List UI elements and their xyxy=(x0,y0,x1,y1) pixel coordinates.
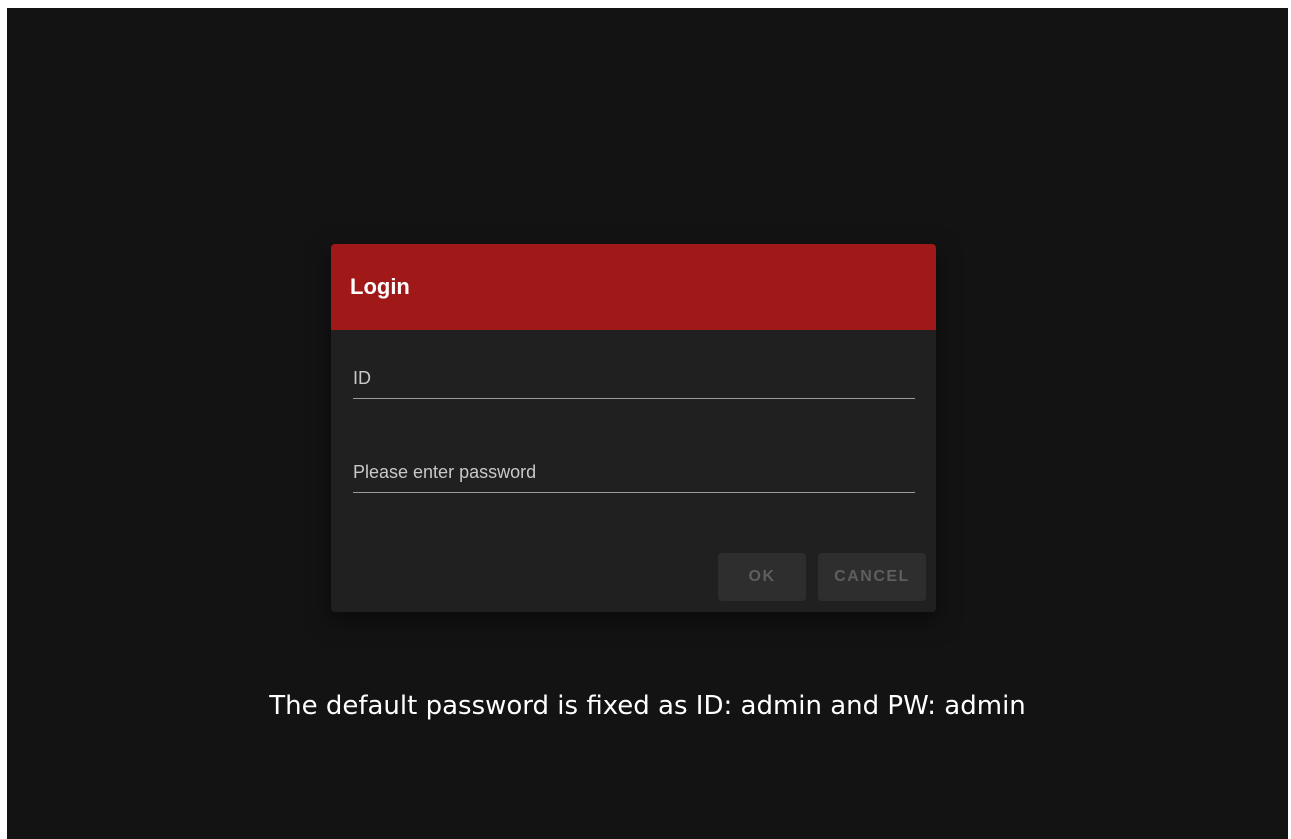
dialog-title: Login xyxy=(350,274,410,299)
login-dialog: Login OK CANCEL xyxy=(331,244,936,612)
default-credentials-note: The default password is fixed as ID: adm… xyxy=(269,691,1026,721)
id-input[interactable] xyxy=(353,368,915,398)
app-screen: Login OK CANCEL The default password is … xyxy=(7,8,1288,839)
password-field xyxy=(353,462,915,493)
id-field xyxy=(353,368,915,399)
cancel-button[interactable]: CANCEL xyxy=(818,553,926,601)
password-input[interactable] xyxy=(353,462,915,492)
dialog-header: Login xyxy=(331,244,936,330)
ok-button[interactable]: OK xyxy=(718,553,806,601)
